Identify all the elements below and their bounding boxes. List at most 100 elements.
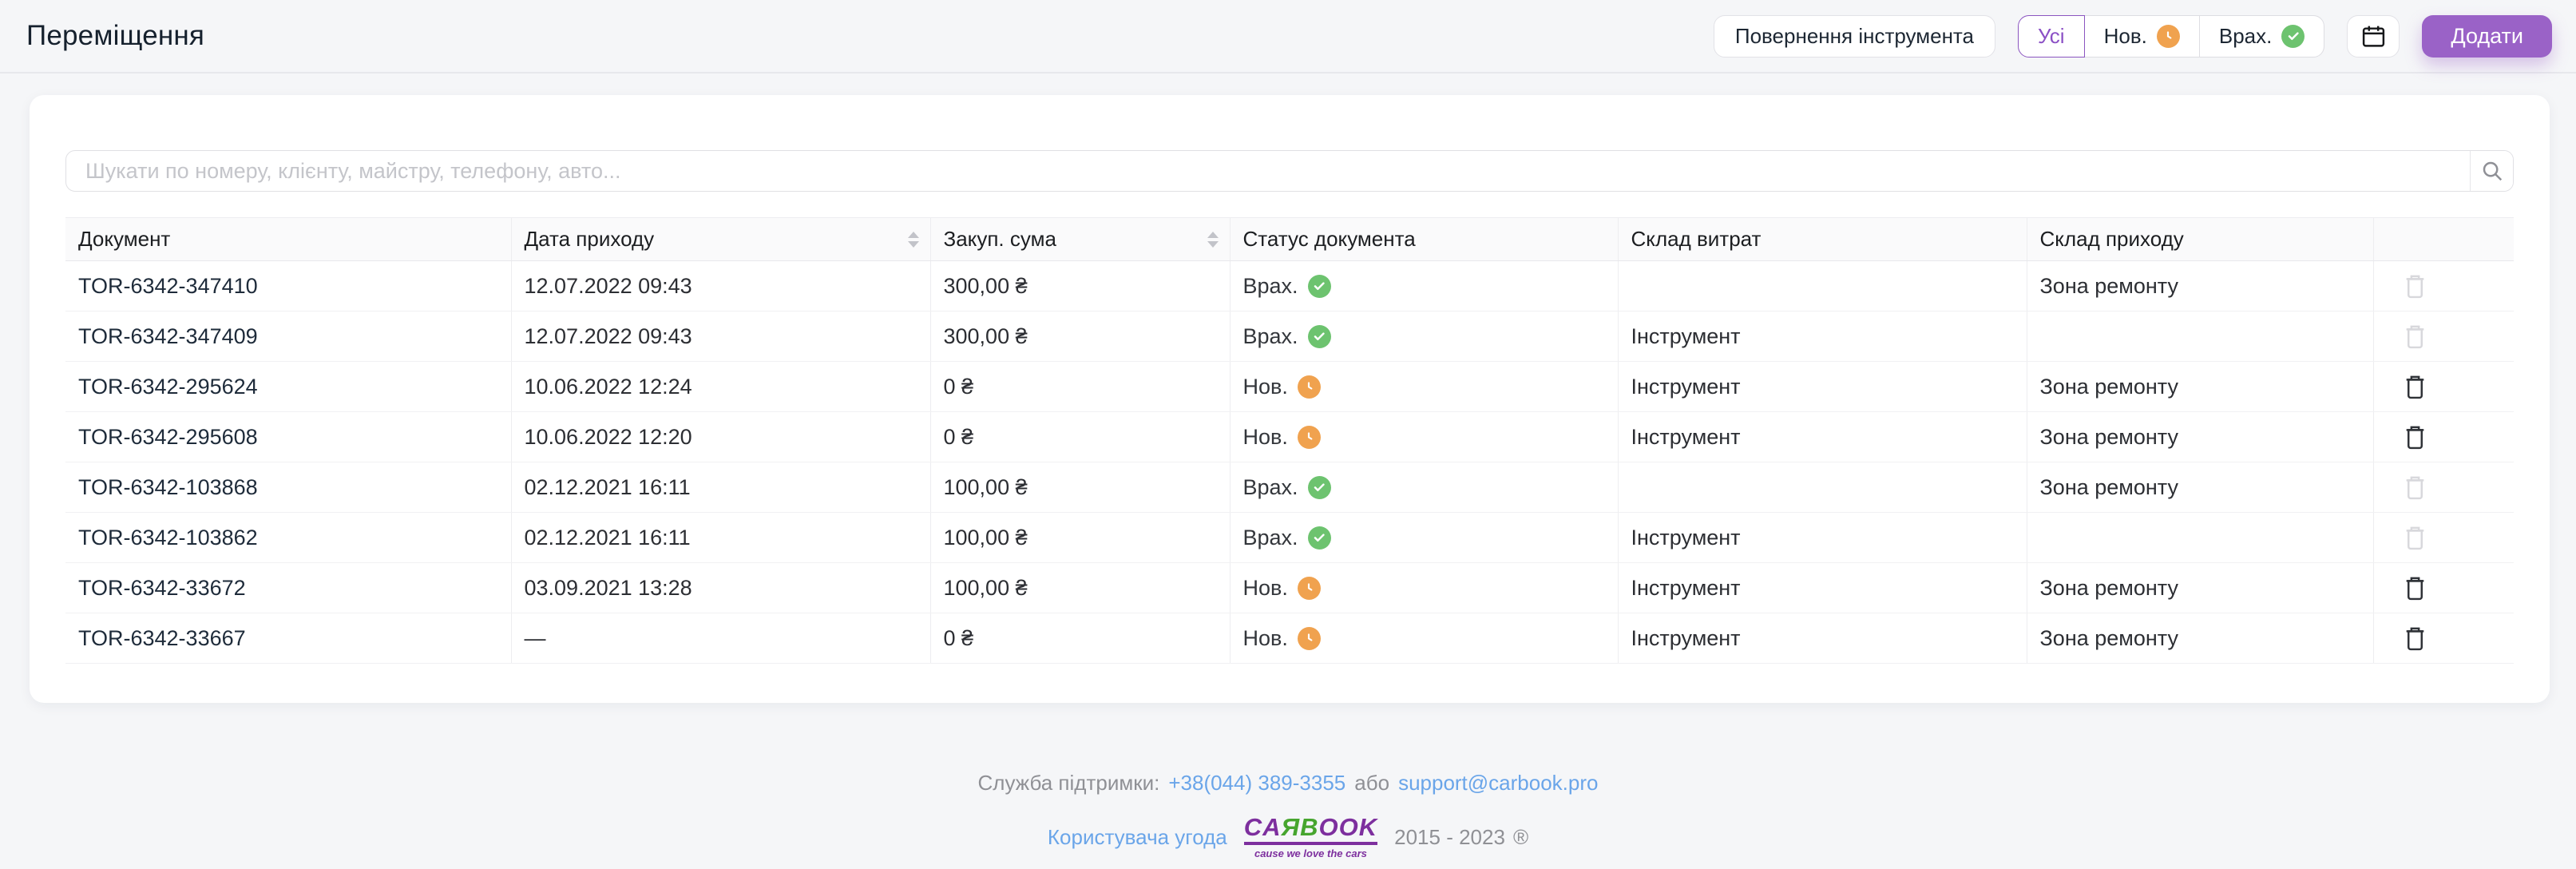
status-label: Нов. — [1242, 625, 1288, 650]
table-header-row: Документ Дата приходу Закуп. сума Статус… — [65, 217, 2514, 261]
filter-tab-label: Врах. — [2218, 23, 2273, 48]
income-warehouse: Зона ремонту — [2026, 562, 2373, 613]
trash-icon — [2404, 375, 2426, 399]
delete-button[interactable] — [2387, 576, 2426, 601]
toolbar: Повернення інструмента Усі Нов. Врах. До… — [1713, 14, 2552, 58]
search-input[interactable] — [66, 151, 2470, 191]
delete-button[interactable] — [2387, 475, 2426, 500]
document-number: TOR-6342-347409 — [65, 311, 511, 362]
document-number: TOR-6342-295608 — [65, 411, 511, 462]
expense-warehouse: Інструмент — [1617, 562, 2027, 613]
document-number: TOR-6342-103862 — [65, 512, 511, 563]
calendar-icon — [2361, 24, 2386, 49]
delete-button[interactable] — [2387, 526, 2426, 550]
search-button[interactable] — [2470, 151, 2513, 191]
filter-tab-done[interactable]: Врах. — [2198, 14, 2325, 58]
delete-button[interactable] — [2387, 425, 2426, 450]
purchase-sum: 300,00 ₴ — [929, 260, 1230, 311]
status-badge — [1307, 324, 1331, 348]
expense-warehouse: Інструмент — [1617, 311, 2027, 362]
status-badge — [1297, 375, 1321, 399]
trash-icon — [2404, 526, 2426, 550]
or-text: або — [1354, 771, 1390, 795]
clock-badge-icon — [2156, 24, 2180, 48]
add-button[interactable]: Додати — [2422, 14, 2552, 58]
expense-warehouse: Інструмент — [1617, 613, 2027, 664]
table-row[interactable]: TOR-6342-33672 03.09.2021 13:28 100,00 ₴… — [65, 562, 2514, 613]
status-label: Врах. — [1242, 525, 1298, 550]
arrival-date: 12.07.2022 09:43 — [510, 311, 930, 362]
arrival-date: 10.06.2022 12:20 — [510, 411, 930, 462]
document-number: TOR-6342-103868 — [65, 462, 511, 513]
status-label: Нов. — [1242, 374, 1288, 399]
support-email-link[interactable]: support@carbook.pro — [1398, 771, 1598, 796]
search-bar — [65, 150, 2514, 192]
income-warehouse: Зона ремонту — [2026, 411, 2373, 462]
delete-button[interactable] — [2387, 274, 2426, 299]
income-warehouse — [2026, 311, 2373, 362]
table-row[interactable]: TOR-6342-347410 12.07.2022 09:43 300,00 … — [65, 260, 2514, 311]
sort-arrows-icon[interactable] — [907, 231, 919, 248]
arrival-date: 03.09.2021 13:28 — [510, 562, 930, 613]
document-number: TOR-6342-347410 — [65, 260, 511, 311]
legal-line: Користувача угода CAЯBOOK cause we love … — [1048, 815, 1528, 859]
delete-button[interactable] — [2387, 324, 2426, 349]
carbook-logo[interactable]: CAЯBOOK cause we love the cars — [1243, 815, 1378, 859]
status-filter-group: Усі Нов. Врах. — [2018, 14, 2325, 58]
purchase-sum: 0 ₴ — [929, 361, 1230, 412]
col-header-arrival-date[interactable]: Дата приходу — [510, 217, 930, 261]
status-badge — [1307, 274, 1331, 298]
col-header-income-warehouse: Склад приходу — [2026, 217, 2373, 261]
support-label: Служба підтримки: — [977, 771, 1160, 795]
trash-icon — [2404, 425, 2426, 450]
status-badge — [1297, 626, 1321, 650]
support-line: Служба підтримки: +38(044) 389-3355 або … — [978, 771, 1599, 796]
col-header-document: Документ — [65, 217, 511, 261]
arrival-date: 12.07.2022 09:43 — [510, 260, 930, 311]
copyright-years: 2015 - 2023 ® — [1394, 824, 1529, 849]
col-header-doc-status: Статус документа — [1229, 217, 1618, 261]
terms-link[interactable]: Користувача угода — [1048, 825, 1227, 850]
status-badge — [1307, 526, 1331, 550]
col-header-actions — [2372, 217, 2514, 261]
col-header-purchase-sum[interactable]: Закуп. сума — [929, 217, 1230, 261]
registered-mark: ® — [1512, 824, 1529, 849]
income-warehouse: Зона ремонту — [2026, 361, 2373, 412]
support-phone-link[interactable]: +38(044) 389-3355 — [1168, 771, 1345, 796]
documents-table: Документ Дата приходу Закуп. сума Статус… — [65, 217, 2514, 664]
income-warehouse — [2026, 512, 2373, 563]
filter-tab-all[interactable]: Усі — [2018, 14, 2085, 58]
purchase-sum: 100,00 ₴ — [929, 512, 1230, 563]
purchase-sum: 100,00 ₴ — [929, 562, 1230, 613]
page-title: Переміщення — [26, 20, 205, 51]
calendar-button[interactable] — [2347, 14, 2400, 58]
expense-warehouse: Інструмент — [1617, 361, 2027, 412]
trash-icon — [2404, 475, 2426, 500]
table-row[interactable]: TOR-6342-295608 10.06.2022 12:20 0 ₴ Нов… — [65, 411, 2514, 462]
purchase-sum: 0 ₴ — [929, 411, 1230, 462]
purchase-sum: 300,00 ₴ — [929, 311, 1230, 362]
filter-tab-new[interactable]: Нов. — [2083, 14, 2200, 58]
table-row[interactable]: TOR-6342-103868 02.12.2021 16:11 100,00 … — [65, 462, 2514, 513]
status-label: Врах. — [1242, 474, 1298, 499]
sort-arrows-icon[interactable] — [1207, 231, 1219, 248]
filter-tab-label: Нов. — [2103, 23, 2147, 48]
footer: Служба підтримки: +38(044) 389-3355 або … — [0, 771, 2576, 859]
document-number: TOR-6342-295624 — [65, 361, 511, 412]
table-row[interactable]: TOR-6342-33667 — 0 ₴ Нов. Інструмент Зон… — [65, 613, 2514, 664]
delete-button[interactable] — [2387, 375, 2426, 399]
status-label: Нов. — [1242, 575, 1288, 600]
status-label: Врах. — [1242, 273, 1298, 298]
trash-icon — [2404, 324, 2426, 349]
table-row[interactable]: TOR-6342-295624 10.06.2022 12:24 0 ₴ Нов… — [65, 361, 2514, 412]
return-tool-button[interactable]: Повернення інструмента — [1713, 14, 1996, 58]
status-badge — [1307, 475, 1331, 499]
table-row[interactable]: TOR-6342-103862 02.12.2021 16:11 100,00 … — [65, 512, 2514, 563]
delete-button[interactable] — [2387, 626, 2426, 651]
search-icon — [2480, 159, 2504, 183]
income-warehouse: Зона ремонту — [2026, 260, 2373, 311]
income-warehouse: Зона ремонту — [2026, 462, 2373, 513]
document-number: TOR-6342-33667 — [65, 613, 511, 664]
arrival-date: — — [510, 613, 930, 664]
table-row[interactable]: TOR-6342-347409 12.07.2022 09:43 300,00 … — [65, 311, 2514, 362]
